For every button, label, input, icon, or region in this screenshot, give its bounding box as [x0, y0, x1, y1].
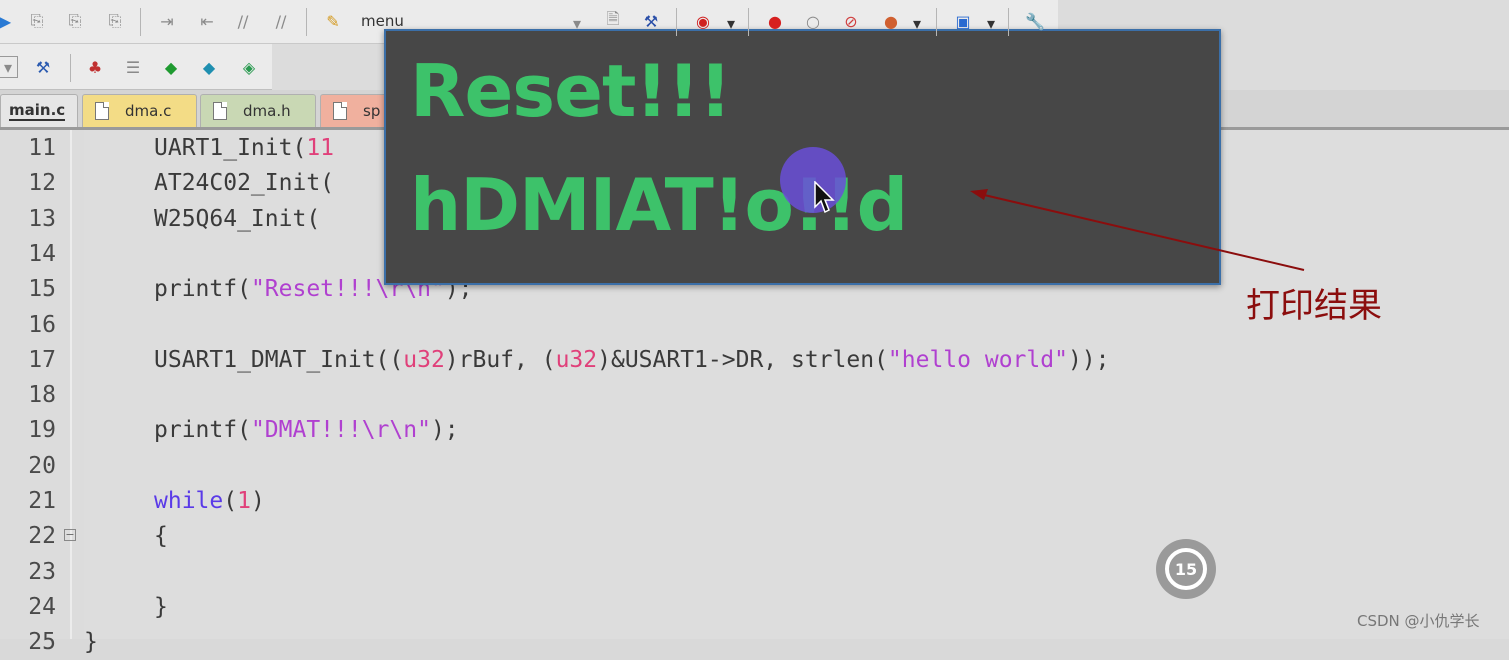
file-extensions-icon[interactable]: ☰	[122, 56, 144, 78]
find-in-files-icon[interactable]: ✎	[322, 10, 344, 32]
window-icon[interactable]: ▣	[952, 10, 974, 32]
dropdown-icon[interactable]: ▾	[566, 12, 588, 34]
tools-icon[interactable]: ⚒	[640, 10, 662, 32]
replay-icon: 15	[1165, 548, 1207, 590]
menu-label[interactable]: menu	[361, 12, 404, 30]
manage-components-icon[interactable]: ◆	[160, 56, 182, 78]
chevron-down-icon[interactable]: ▾	[0, 56, 18, 78]
indent-icon[interactable]: ⇥	[156, 10, 178, 32]
pack-installer-icon[interactable]: ◆	[198, 56, 220, 78]
breakpoint-disable-icon[interactable]: ○	[802, 10, 824, 32]
chevron-down-icon[interactable]: ▾	[906, 12, 928, 34]
chevron-down-icon[interactable]: ▾	[720, 12, 742, 34]
comment-icon[interactable]: //	[232, 10, 254, 32]
watermark: CSDN @小仇学长	[1357, 612, 1480, 630]
annotation-label: 打印结果	[1246, 286, 1382, 326]
replay-label: 15	[1174, 559, 1198, 579]
paste-icon[interactable]: ⎘	[64, 10, 86, 32]
select-software-packs-icon[interactable]: ◈	[238, 56, 260, 78]
copy-icon[interactable]: ⎘	[26, 10, 48, 32]
chevron-down-icon[interactable]: ▾	[980, 12, 1002, 34]
unindent-icon[interactable]: ⇤	[196, 10, 218, 32]
wrench-icon[interactable]: 🔧	[1024, 10, 1046, 32]
debug-icon[interactable]: ◉	[692, 10, 714, 32]
target-options-icon[interactable]: ♣	[84, 56, 106, 78]
breakpoint-all-icon[interactable]: ●	[880, 10, 902, 32]
new-file-icon[interactable]: ▶	[0, 10, 16, 32]
paste-special-icon[interactable]: ⎘	[104, 10, 126, 32]
breakpoint-icon[interactable]: ●	[764, 10, 786, 32]
translate-icon[interactable]: ⚒	[32, 56, 54, 78]
replay-15-button[interactable]: 15	[1156, 539, 1216, 599]
uncomment-icon[interactable]: //	[270, 10, 292, 32]
breakpoint-kill-icon[interactable]: ⊘	[840, 10, 862, 32]
find-icon[interactable]: 🗎	[602, 9, 624, 32]
